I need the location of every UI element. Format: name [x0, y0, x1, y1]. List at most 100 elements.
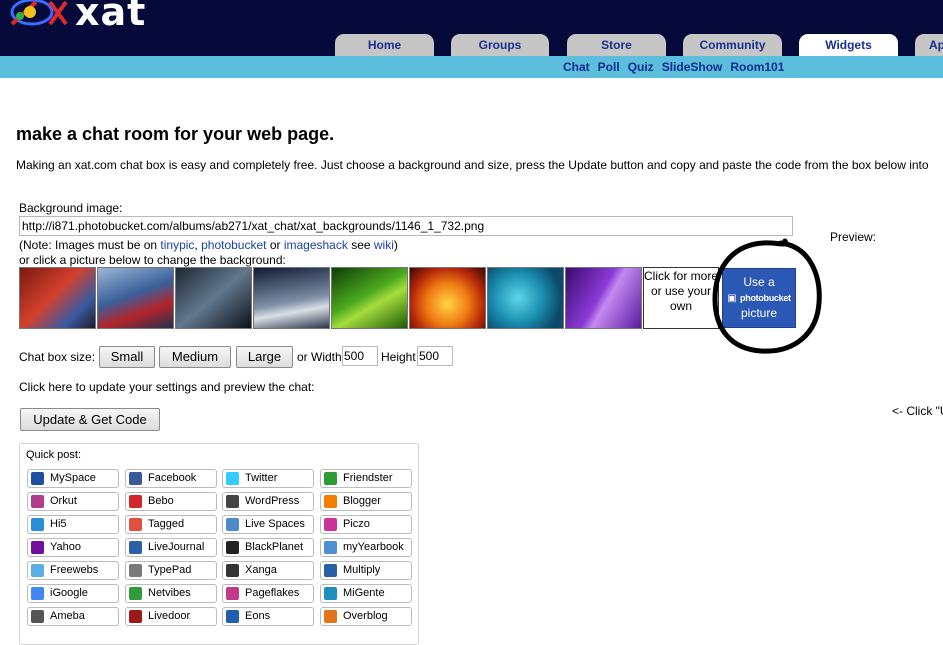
igoogle-icon	[31, 587, 44, 600]
bebo-icon	[129, 495, 142, 508]
quick-post-ameba-button[interactable]: Ameba	[27, 607, 119, 626]
height-input[interactable]	[417, 346, 453, 366]
thumb-dark-hero[interactable]	[175, 267, 252, 329]
quick-post-myspace-button[interactable]: MySpace	[27, 469, 119, 488]
use-photobucket-button[interactable]: Use a ▣ photobucket picture	[722, 268, 796, 328]
quick-post-overblog-button[interactable]: Overblog	[320, 607, 412, 626]
quick-post-label: Bebo	[148, 495, 174, 507]
sublink-room101[interactable]: Room101	[730, 60, 784, 74]
quick-post-label: Netvibes	[148, 587, 191, 599]
quick-post-livedoor-button[interactable]: Livedoor	[125, 607, 217, 626]
note-sep-2: or	[266, 238, 284, 252]
note-suffix: )	[393, 238, 398, 252]
click-update-hint: <- Click "U	[892, 404, 943, 418]
thumb-spiderman[interactable]	[19, 267, 96, 329]
quick-post-bebo-button[interactable]: Bebo	[125, 492, 217, 511]
medium-size-button[interactable]: Medium	[159, 346, 231, 368]
quick-post-piczo-button[interactable]: Piczo	[320, 515, 412, 534]
sublink-quiz[interactable]: Quiz	[628, 60, 654, 74]
quick-post-label: Live Spaces	[245, 518, 305, 530]
facebook-icon	[129, 472, 142, 485]
quick-post-label: Yahoo	[50, 541, 81, 553]
quick-post-freewebs-button[interactable]: Freewebs	[27, 561, 119, 580]
pick-background-text: or click a picture below to change the b…	[19, 253, 286, 267]
quick-post-label: MySpace	[50, 472, 96, 484]
thumb-purple-rays[interactable]	[565, 267, 642, 329]
sublink-poll[interactable]: Poll	[598, 60, 620, 74]
tab-groups[interactable]: Groups	[451, 34, 549, 56]
quick-post-migente-button[interactable]: MiGente	[320, 584, 412, 603]
small-size-button[interactable]: Small	[99, 346, 155, 368]
quick-post-livejournal-button[interactable]: LiveJournal	[125, 538, 217, 557]
quick-post-netvibes-button[interactable]: Netvibes	[125, 584, 217, 603]
quick-post-friendster-button[interactable]: Friendster	[320, 469, 412, 488]
tab-community[interactable]: Community	[683, 34, 782, 56]
or-width-label: or Width	[297, 350, 342, 364]
thumb-grass[interactable]	[331, 267, 408, 329]
wiki-link[interactable]: wiki	[374, 238, 394, 252]
page-title: make a chat room for your web page.	[16, 124, 335, 144]
orkut-icon	[31, 495, 44, 508]
blackplanet-icon	[226, 541, 239, 554]
large-size-button[interactable]: Large	[236, 346, 293, 368]
ameba-icon	[31, 610, 44, 623]
tab-apps[interactable]: Ap	[915, 34, 943, 56]
quick-post-wordpress-button[interactable]: WordPress	[222, 492, 314, 511]
thumb-superman[interactable]	[97, 267, 174, 329]
image-host-note: (Note: Images must be on tinypic, photob…	[19, 238, 398, 252]
quick-post-label: Ameba	[50, 610, 85, 622]
photobucket-text: photobucket	[740, 293, 791, 303]
sublink-chat[interactable]: Chat	[563, 60, 590, 74]
quick-post-myyearbook-button[interactable]: myYearbook	[320, 538, 412, 557]
update-get-code-button[interactable]: Update & Get Code	[20, 408, 160, 431]
quick-post-typepad-button[interactable]: TypePad	[125, 561, 217, 580]
quick-post-facebook-button[interactable]: Facebook	[125, 469, 217, 488]
quick-post-label: Blogger	[343, 495, 381, 507]
quick-post-orkut-button[interactable]: Orkut	[27, 492, 119, 511]
tab-home[interactable]: Home	[335, 34, 434, 56]
quick-post-label: Pageflakes	[245, 587, 300, 599]
quick-post-twitter-button[interactable]: Twitter	[222, 469, 314, 488]
quick-post-tagged-button[interactable]: Tagged	[125, 515, 217, 534]
quick-post-blogger-button[interactable]: Blogger	[320, 492, 412, 511]
quick-post-pageflakes-button[interactable]: Pageflakes	[222, 584, 314, 603]
background-url-input[interactable]	[19, 216, 793, 236]
quick-post-yahoo-button[interactable]: Yahoo	[27, 538, 119, 557]
thumb-fire[interactable]	[409, 267, 486, 329]
note-sep-3: see	[347, 238, 374, 252]
quick-post-multiply-button[interactable]: Multiply	[320, 561, 412, 580]
imageshack-link[interactable]: imageshack	[284, 238, 348, 252]
quick-post-live-spaces-button[interactable]: Live Spaces	[222, 515, 314, 534]
quick-post-label: iGoogle	[50, 587, 88, 599]
yahoo-icon	[31, 541, 44, 554]
quick-post-label: Eons	[245, 610, 271, 622]
quick-post-xanga-button[interactable]: Xanga	[222, 561, 314, 580]
width-input[interactable]	[342, 346, 378, 366]
photobucket-link[interactable]: photobucket	[201, 238, 266, 252]
quick-post-label: WordPress	[245, 495, 300, 507]
thumb-car[interactable]	[253, 267, 330, 329]
quick-post-eons-button[interactable]: Eons	[222, 607, 314, 626]
tinypic-link[interactable]: tinypic	[160, 238, 194, 252]
sublink-slideshow[interactable]: SlideShow	[662, 60, 723, 74]
tab-store[interactable]: Store	[567, 34, 666, 56]
sub-navigation-bar: Chat Poll Quiz SlideShow Room101	[0, 56, 943, 78]
click-for-more-button[interactable]: Click for more or use your own	[643, 267, 719, 329]
hi5-icon	[31, 518, 44, 531]
piczo-icon	[324, 518, 337, 531]
quick-post-label: MiGente	[343, 587, 385, 599]
quick-post-hi5-button[interactable]: Hi5	[27, 515, 119, 534]
chat-size-label: Chat box size:	[19, 350, 96, 364]
logo-text: xat	[75, 0, 147, 34]
quick-post-label: Piczo	[343, 518, 370, 530]
quick-post-blackplanet-button[interactable]: BlackPlanet	[222, 538, 314, 557]
intro-text: Making an xat.com chat box is easy and c…	[16, 158, 929, 172]
tab-widgets[interactable]: Widgets	[799, 34, 898, 56]
xanga-icon	[226, 564, 239, 577]
quick-post-igoogle-button[interactable]: iGoogle	[27, 584, 119, 603]
quick-post-label: myYearbook	[343, 541, 404, 553]
update-instruction-text: Click here to update your settings and p…	[19, 380, 315, 394]
picture-text: picture	[740, 306, 778, 320]
thumb-fish[interactable]	[487, 267, 564, 329]
freewebs-icon	[31, 564, 44, 577]
